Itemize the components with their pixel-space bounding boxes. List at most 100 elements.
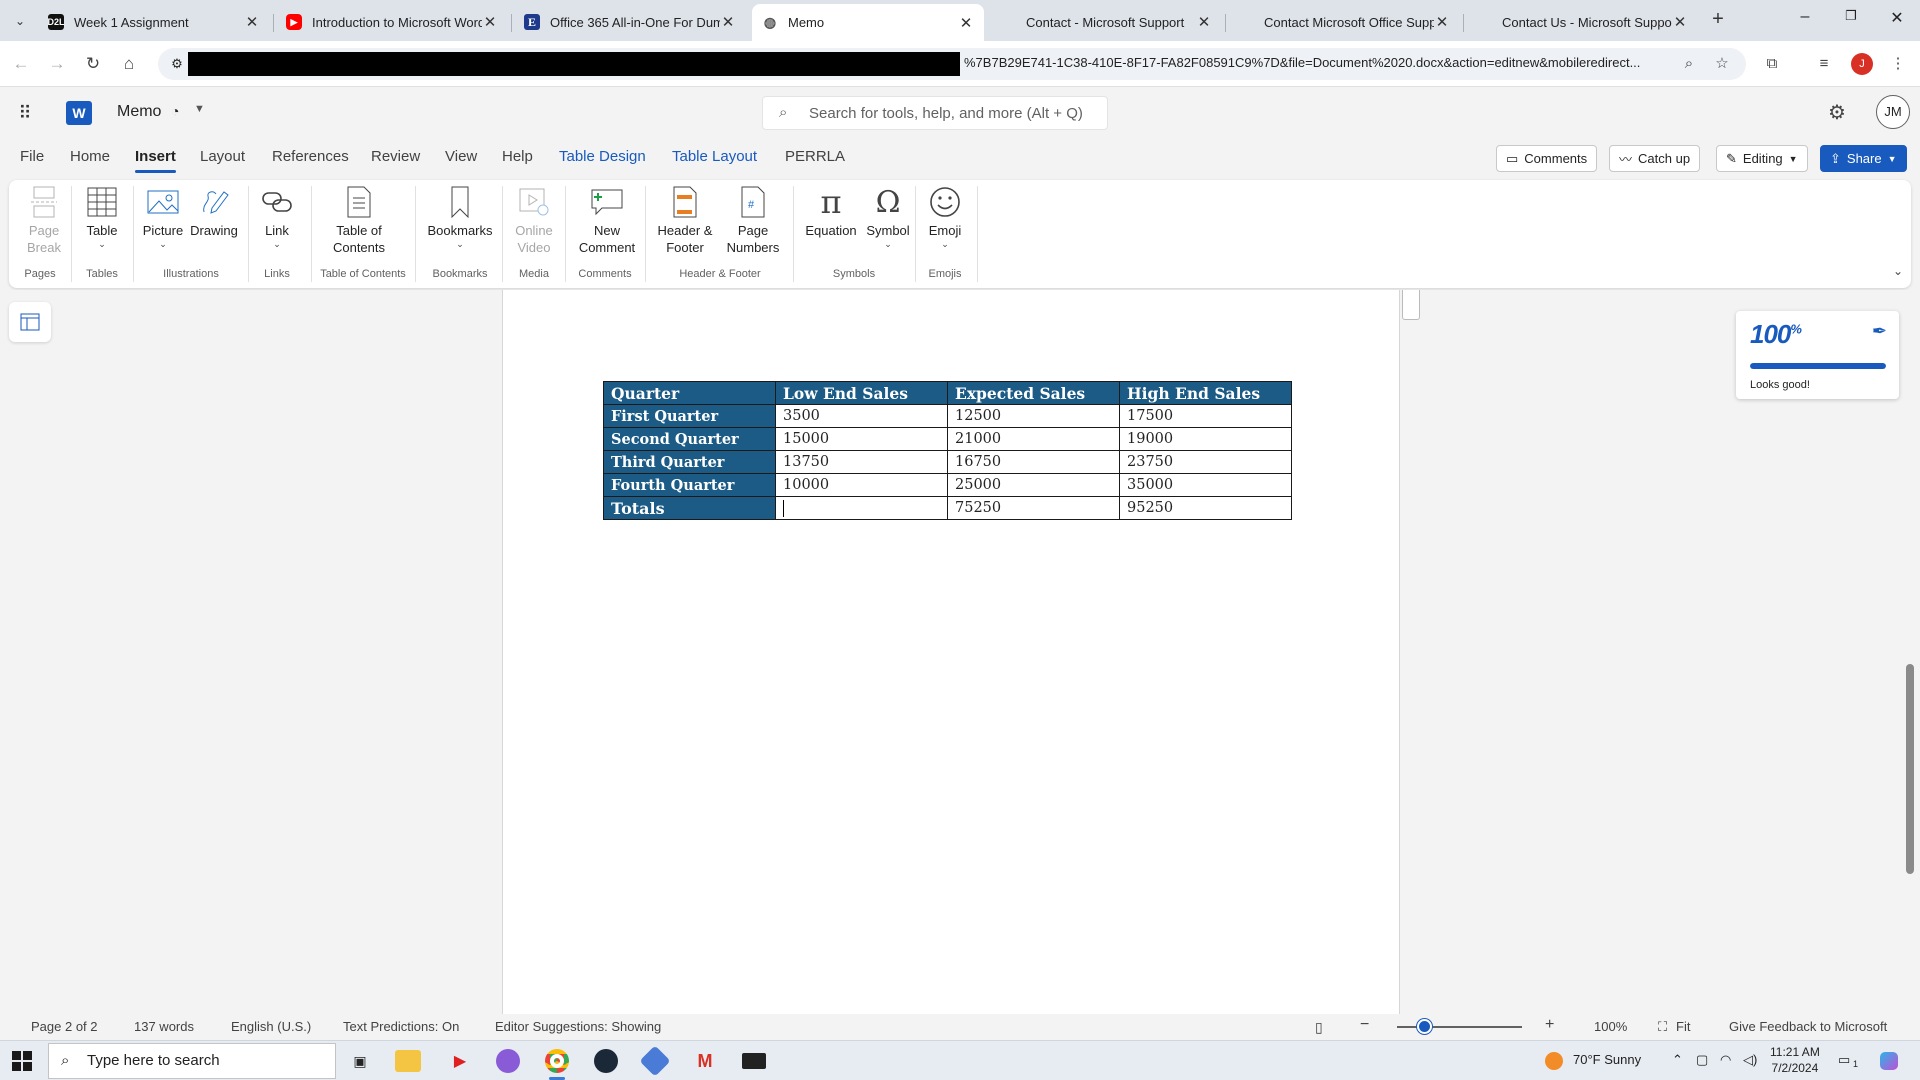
chrome-icon[interactable] — [542, 1047, 572, 1080]
table-cell[interactable]: 10000 — [775, 473, 948, 497]
chat-app-icon[interactable] — [493, 1047, 523, 1075]
table-of-contents-button[interactable]: Table of Contents — [320, 184, 398, 256]
column-header[interactable]: Quarter — [603, 381, 776, 405]
table-cell[interactable]: 15000 — [775, 427, 948, 451]
gear-icon[interactable]: ⚙ — [1828, 100, 1846, 125]
text-predictions[interactable]: Text Predictions: On — [343, 1019, 459, 1034]
table-button[interactable]: Table ⌄ — [77, 184, 127, 249]
tab-table-design[interactable]: Table Design — [559, 148, 646, 165]
tab-search-chevron-icon[interactable]: ⌄ — [6, 8, 34, 34]
copilot-icon[interactable] — [1880, 1052, 1898, 1073]
youtube-app-icon[interactable]: ▶ — [445, 1047, 475, 1075]
forward-arrow-icon[interactable]: → — [44, 51, 70, 77]
bookmarks-button[interactable]: Bookmarks ⌄ — [423, 184, 497, 249]
column-header[interactable]: High End Sales — [1119, 381, 1292, 405]
chevron-down-icon[interactable]: ▼ — [194, 103, 205, 115]
editor-score-card[interactable]: 100% ✒ Looks good! — [1736, 311, 1899, 399]
row-header-cell[interactable]: Third Quarter — [603, 450, 776, 474]
word-logo-icon[interactable]: W — [66, 101, 92, 125]
tab-layout[interactable]: Layout — [200, 148, 245, 165]
close-icon[interactable]: ✕ — [244, 13, 260, 31]
fit-button[interactable]: Fit — [1676, 1019, 1690, 1034]
header-footer-button[interactable]: Header & Footer — [653, 184, 717, 256]
meet-now-icon[interactable]: ▢ — [1696, 1052, 1708, 1068]
table-cell[interactable]: 25000 — [947, 473, 1120, 497]
zoom-out-icon[interactable]: − — [1360, 1016, 1369, 1034]
table-cell[interactable]: 17500 — [1119, 404, 1292, 428]
table-cell[interactable]: 16750 — [947, 450, 1120, 474]
avatar[interactable]: JM — [1876, 95, 1910, 129]
close-icon[interactable]: ✕ — [720, 13, 736, 31]
page-numbers-button[interactable]: # Page Numbers — [719, 184, 787, 256]
minimize-icon[interactable]: – — [1782, 8, 1828, 34]
browser-tab[interactable]: D2L Week 1 Assignment ✕ — [38, 6, 270, 38]
table-cell-active[interactable] — [775, 496, 948, 520]
comments-button[interactable]: ▭ Comments — [1496, 145, 1598, 172]
close-icon[interactable]: ✕ — [1196, 13, 1212, 31]
emoji-button[interactable]: Emoji ⌄ — [923, 184, 967, 249]
restore-icon[interactable]: ❐ — [1828, 8, 1874, 34]
browser-tab[interactable]: Contact Us - Microsoft Support ✕ — [1466, 6, 1698, 38]
row-header-cell[interactable]: Totals — [603, 496, 776, 520]
table-cell[interactable]: 21000 — [947, 427, 1120, 451]
close-icon[interactable]: ✕ — [1434, 13, 1450, 31]
tab-insert[interactable]: Insert — [135, 148, 176, 173]
vertical-scrollbar[interactable] — [1906, 664, 1914, 874]
table-cell[interactable]: 35000 — [1119, 473, 1292, 497]
ribbon-expand-chevron-icon[interactable]: ⌄ — [1893, 264, 1903, 278]
page-view-icon[interactable]: ▯ — [1315, 1019, 1323, 1036]
profile-avatar[interactable]: J — [1851, 53, 1873, 75]
new-tab-plus-icon[interactable]: + — [1704, 8, 1732, 34]
online-video-button[interactable]: Online Video — [509, 184, 559, 256]
table-cell[interactable]: 13750 — [775, 450, 948, 474]
tab-file[interactable]: File — [20, 148, 44, 165]
back-arrow-icon[interactable]: ← — [8, 51, 34, 77]
tray-expand-chevron-icon[interactable]: ⌃ — [1672, 1052, 1683, 1068]
terminal-app-icon[interactable] — [739, 1047, 769, 1075]
window-close-icon[interactable]: ✕ — [1874, 8, 1920, 34]
zoom-level[interactable]: 100% — [1594, 1019, 1627, 1034]
windows-start-icon[interactable] — [12, 1051, 32, 1071]
sales-table[interactable]: Quarter Low End Sales Expected Sales Hig… — [603, 381, 1292, 520]
tab-review[interactable]: Review — [371, 148, 420, 165]
taskbar-search-box[interactable]: ⌕ — [48, 1043, 336, 1079]
browser-tab[interactable]: Contact Microsoft Office Support ✕ — [1228, 6, 1460, 38]
browser-tab-active[interactable]: ◍ Memo ✕ — [752, 4, 984, 41]
table-cell[interactable]: 19000 — [1119, 427, 1292, 451]
tab-table-layout[interactable]: Table Layout — [672, 148, 757, 165]
zoom-magnifier-icon[interactable]: ⌕ — [1678, 53, 1700, 75]
editor-suggestions[interactable]: Editor Suggestions: Showing — [495, 1019, 661, 1034]
browser-tab[interactable]: ▶ Introduction to Microsoft Word ✕ — [276, 6, 508, 38]
site-info-icon[interactable]: ⚙ — [166, 53, 188, 75]
link-button[interactable]: Link ⌄ — [255, 184, 299, 249]
close-icon[interactable]: ✕ — [1672, 13, 1688, 31]
table-cell[interactable]: 75250 — [947, 496, 1120, 520]
search-box[interactable]: ⌕ — [762, 96, 1108, 130]
feedback-link[interactable]: Give Feedback to Microsoft — [1729, 1019, 1887, 1034]
file-explorer-icon[interactable] — [395, 1050, 421, 1072]
extensions-puzzle-icon[interactable]: ⧉ — [1760, 52, 1784, 76]
search-input[interactable] — [809, 103, 1099, 123]
tab-references[interactable]: References — [272, 148, 349, 165]
navigation-pane-button[interactable] — [9, 302, 51, 342]
row-header-cell[interactable]: First Quarter — [603, 404, 776, 428]
taskbar-search-input[interactable] — [87, 1052, 327, 1069]
table-cell[interactable]: 12500 — [947, 404, 1120, 428]
table-cell[interactable]: 95250 — [1119, 496, 1292, 520]
table-cell[interactable]: 3500 — [775, 404, 948, 428]
row-header-cell[interactable]: Fourth Quarter — [603, 473, 776, 497]
hexagon-app-icon[interactable] — [639, 1045, 671, 1077]
page-count[interactable]: Page 2 of 2 — [31, 1019, 98, 1034]
language[interactable]: English (U.S.) — [231, 1019, 311, 1034]
browser-tab[interactable]: E Office 365 All-in-One For Dummies ✕ — [514, 6, 746, 38]
notification-icon[interactable]: ▭ — [1838, 1052, 1850, 1068]
volume-icon[interactable]: ◁) — [1743, 1052, 1757, 1068]
document-title[interactable]: Memo — [117, 103, 161, 121]
zoom-slider-thumb[interactable] — [1417, 1019, 1432, 1034]
drawing-button[interactable]: Drawing — [189, 184, 239, 239]
app-launcher-icon[interactable]: ⠿ — [14, 102, 36, 124]
zoom-in-icon[interactable]: + — [1545, 1016, 1554, 1034]
wifi-icon[interactable]: ◠ — [1720, 1052, 1731, 1068]
equation-button[interactable]: π Equation — [802, 184, 860, 239]
table-cell[interactable]: 23750 — [1119, 450, 1292, 474]
